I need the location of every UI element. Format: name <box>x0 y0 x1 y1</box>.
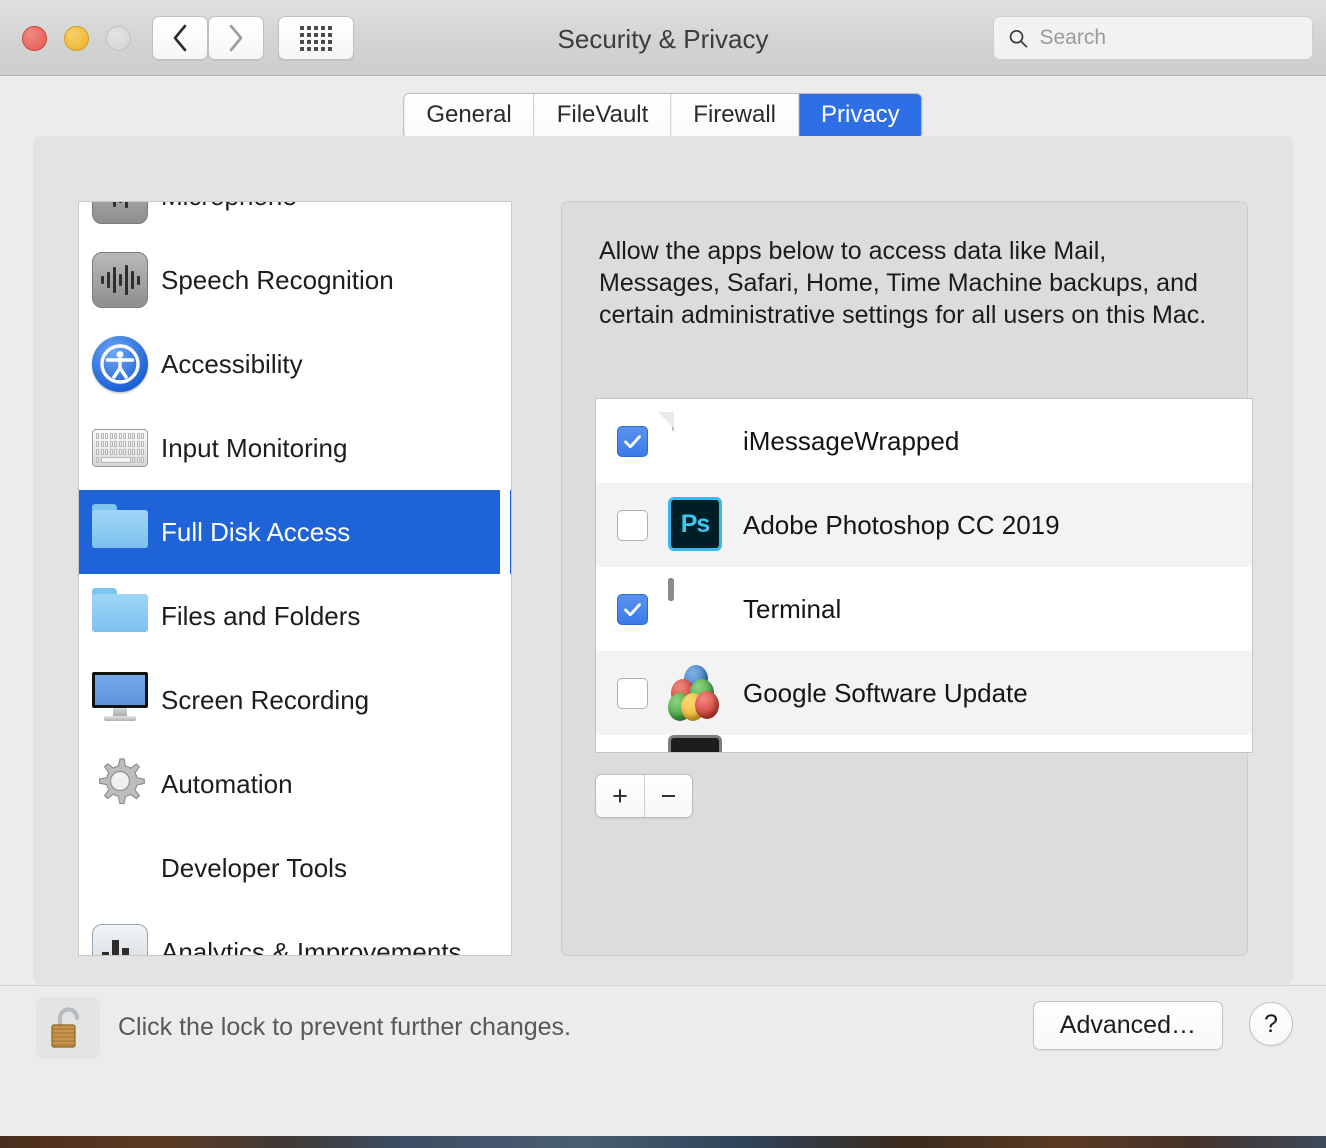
sidebar-item-label: Automation <box>161 769 293 800</box>
sidebar-item-accessibility[interactable]: Accessibility <box>79 322 511 406</box>
sidebar-item-full-disk-access[interactable]: Full Disk Access <box>79 490 511 574</box>
sidebar-item-label: Microphone <box>161 201 297 212</box>
sidebar-item-label: Input Monitoring <box>161 433 347 464</box>
sidebar-item-label: Screen Recording <box>161 685 369 716</box>
sidebar-item-analytics-and-improvements[interactable]: Analytics & Improvements <box>79 910 511 956</box>
microphone-icon <box>92 201 148 224</box>
app-checkbox[interactable] <box>617 594 648 625</box>
privacy-category-list[interactable]: Microphone Speech Recognition <box>78 201 512 956</box>
app-name: Terminal <box>743 594 841 625</box>
analytics-icon <box>92 924 148 956</box>
clipped-app-icon <box>668 735 724 753</box>
sidebar-item-automation[interactable]: Automation <box>79 742 511 826</box>
sidebar-item-screen-recording[interactable]: Screen Recording <box>79 658 511 742</box>
preferences-footer: Click the lock to prevent further change… <box>0 985 1326 1136</box>
allowed-apps-list[interactable]: iMessageWrapped Ps Adobe Photoshop CC 20… <box>595 398 1253 753</box>
add-app-button[interactable]: + <box>596 775 644 817</box>
tab-firewall[interactable]: Firewall <box>671 94 799 138</box>
window-titlebar: Security & Privacy <box>0 0 1326 76</box>
tab-privacy[interactable]: Privacy <box>799 94 922 138</box>
panel-description: Allow the apps below to access data like… <box>599 236 1210 331</box>
sidebar-item-label: Speech Recognition <box>161 265 394 296</box>
terminal-icon: >_ <box>668 581 724 637</box>
generic-document-icon <box>668 413 724 469</box>
app-name: iMessageWrapped <box>743 426 959 457</box>
photoshop-icon: Ps <box>668 497 724 553</box>
sidebar-item-speech-recognition[interactable]: Speech Recognition <box>79 238 511 322</box>
app-checkbox[interactable] <box>617 678 648 709</box>
search-field[interactable] <box>993 16 1313 60</box>
app-name: Google Software Update <box>743 678 1028 709</box>
unlocked-padlock-icon <box>47 1004 89 1052</box>
privacy-category-scroll-content: Microphone Speech Recognition <box>79 201 511 956</box>
accessibility-icon <box>92 336 148 392</box>
sidebar-item-label: Full Disk Access <box>161 517 350 548</box>
privacy-pane: Microphone Speech Recognition <box>33 136 1293 985</box>
sidebar-scrollbar[interactable] <box>500 203 510 956</box>
help-button[interactable]: ? <box>1249 1002 1293 1046</box>
tab-bar-container: General FileVault Firewall Privacy <box>0 76 1326 136</box>
sidebar-item-microphone[interactable]: Microphone <box>79 201 511 238</box>
lock-message: Click the lock to prevent further change… <box>118 1013 571 1042</box>
sidebar-item-label: Developer Tools <box>161 853 347 884</box>
folder-icon <box>92 504 148 560</box>
add-remove-button-group: + − <box>595 774 693 818</box>
desktop-wallpaper-strip <box>0 1136 1326 1148</box>
app-checkbox[interactable] <box>617 426 648 457</box>
google-software-update-icon <box>668 665 724 721</box>
gear-icon <box>92 756 148 812</box>
search-input[interactable] <box>1040 26 1299 50</box>
sidebar-item-label: Analytics & Improvements <box>161 937 462 957</box>
checkmark-icon <box>622 599 643 620</box>
keyboard-icon <box>92 420 148 476</box>
full-disk-access-panel: Allow the apps below to access data like… <box>561 201 1248 956</box>
advanced-button[interactable]: Advanced… <box>1033 1001 1223 1050</box>
sidebar-item-label: Files and Folders <box>161 601 360 632</box>
lock-button[interactable] <box>36 997 100 1059</box>
sidebar-item-developer-tools[interactable]: Developer Tools <box>79 826 511 910</box>
tab-filevault[interactable]: FileVault <box>535 94 672 138</box>
search-icon <box>1008 27 1029 50</box>
app-checkbox[interactable] <box>617 510 648 541</box>
system-preferences-window: Security & Privacy General FileVault Fir… <box>0 0 1326 1136</box>
sidebar-item-label: Accessibility <box>161 349 303 380</box>
folder-icon <box>92 588 148 644</box>
app-name: Adobe Photoshop CC 2019 <box>743 510 1060 541</box>
table-row[interactable]: >_ Terminal <box>596 567 1252 651</box>
checkmark-icon <box>622 431 643 452</box>
tab-bar: General FileVault Firewall Privacy <box>403 93 922 139</box>
remove-app-button[interactable]: − <box>644 775 692 817</box>
speech-recognition-icon <box>92 252 148 308</box>
table-row[interactable]: Ps Adobe Photoshop CC 2019 <box>596 483 1252 567</box>
table-row[interactable]: Google Software Update <box>596 651 1252 735</box>
sidebar-item-files-and-folders[interactable]: Files and Folders <box>79 574 511 658</box>
sidebar-item-input-monitoring[interactable]: Input Monitoring <box>79 406 511 490</box>
table-row[interactable]: iMessageWrapped <box>596 399 1252 483</box>
table-row-clipped[interactable] <box>596 735 1252 753</box>
display-icon <box>92 672 148 728</box>
tab-general[interactable]: General <box>404 94 534 138</box>
